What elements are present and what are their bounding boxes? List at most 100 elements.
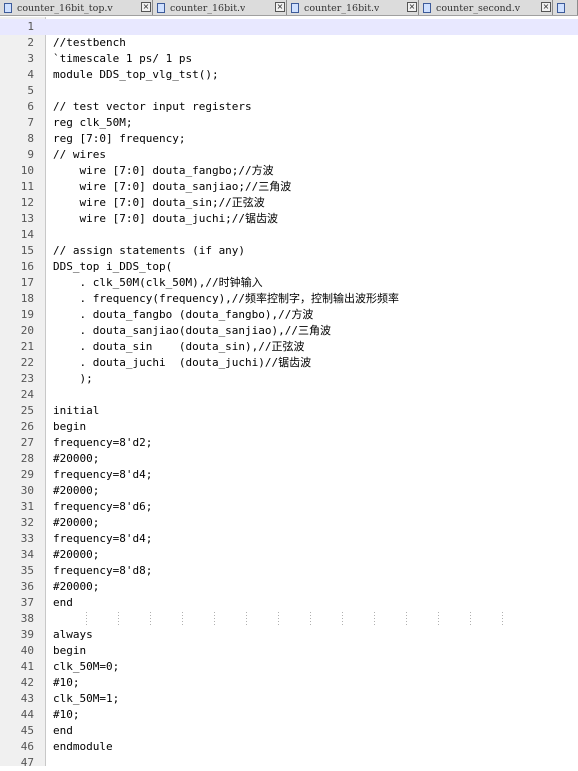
- line-number: 21: [20, 340, 34, 353]
- code-text: //testbench: [53, 36, 126, 49]
- code-line[interactable]: 6 // test vector input registers: [0, 99, 578, 115]
- code-line[interactable]: 45 end: [0, 723, 578, 739]
- code-text: always: [53, 628, 93, 641]
- code-line[interactable]: 9 // wires: [0, 147, 578, 163]
- code-line[interactable]: 32 #20000;: [0, 515, 578, 531]
- code-line[interactable]: 44 #10;: [0, 707, 578, 723]
- indent-guide: [438, 612, 439, 626]
- close-icon[interactable]: ×: [275, 2, 285, 12]
- code-text: clk_50M=1;: [53, 692, 120, 705]
- code-line[interactable]: 24: [0, 387, 578, 403]
- code-line[interactable]: 18 . frequency(frequency),//频率控制字，控制输出波形…: [0, 291, 578, 307]
- close-icon[interactable]: ×: [141, 2, 151, 12]
- code-line[interactable]: 2 //testbench: [0, 35, 578, 51]
- code-line[interactable]: 46 endmodule: [0, 739, 578, 755]
- code-line[interactable]: 5: [0, 83, 578, 99]
- tab-label: counter_16bit_top.v: [17, 2, 113, 14]
- line-number: 14: [20, 228, 34, 241]
- code-line[interactable]: 26 begin: [0, 419, 578, 435]
- code-text: `timescale 1 ps/ 1 ps: [53, 52, 193, 65]
- code-line[interactable]: 14: [0, 227, 578, 243]
- line-number: 17: [20, 276, 34, 289]
- line-number: 36: [20, 580, 34, 593]
- indent-guide: [342, 612, 343, 626]
- line-number: 16: [20, 260, 34, 273]
- code-line[interactable]: 8 reg [7:0] frequency;: [0, 131, 578, 147]
- line-number: 8: [27, 132, 34, 145]
- code-line[interactable]: 10 wire [7:0] douta_fangbo;//方波: [0, 163, 578, 179]
- code-line[interactable]: 21 . douta_sin (douta_sin),//正弦波: [0, 339, 578, 355]
- code-line[interactable]: 37 end: [0, 595, 578, 611]
- code-line[interactable]: 30 #20000;: [0, 483, 578, 499]
- code-line[interactable]: 1: [0, 19, 578, 35]
- code-line[interactable]: 41 clk_50M=0;: [0, 659, 578, 675]
- code-text: #20000;: [53, 548, 100, 561]
- code-line[interactable]: 42 #10;: [0, 675, 578, 691]
- code-line[interactable]: 25 initial: [0, 403, 578, 419]
- code-line[interactable]: 35 frequency=8'd8;: [0, 563, 578, 579]
- tab-counter-16bit-top[interactable]: counter_16bit_top.v ×: [0, 0, 153, 15]
- code-text: // wires: [53, 148, 106, 161]
- close-icon[interactable]: ×: [541, 2, 551, 12]
- code-line[interactable]: 7 reg clk_50M;: [0, 115, 578, 131]
- line-number: 23: [20, 372, 34, 385]
- code-line[interactable]: 3 `timescale 1 ps/ 1 ps: [0, 51, 578, 67]
- line-number: 27: [20, 436, 34, 449]
- line-number: 44: [20, 708, 34, 721]
- code-line[interactable]: 39 always: [0, 627, 578, 643]
- line-number: 30: [20, 484, 34, 497]
- line-number: 10: [20, 164, 34, 177]
- line-number: 7: [27, 116, 34, 129]
- tab-counter-second[interactable]: counter_second.v ×: [419, 0, 553, 15]
- close-icon[interactable]: ×: [407, 2, 417, 12]
- line-number: 25: [20, 404, 34, 417]
- code-text: wire [7:0] douta_sin;//正弦波: [53, 196, 265, 209]
- code-line[interactable]: 36 #20000;: [0, 579, 578, 595]
- tab-label: counter_16bit.v: [304, 2, 380, 14]
- line-number: 9: [27, 148, 34, 161]
- code-text: frequency=8'd8;: [53, 564, 153, 577]
- line-number: 3: [27, 52, 34, 65]
- code-line[interactable]: 15 // assign statements (if any): [0, 243, 578, 259]
- indent-guide: [214, 612, 215, 626]
- indent-guide: [246, 612, 247, 626]
- code-line[interactable]: 27 frequency=8'd2;: [0, 435, 578, 451]
- tab-counter-16bit-1[interactable]: counter_16bit.v ×: [153, 0, 287, 15]
- code-line[interactable]: 28 #20000;: [0, 451, 578, 467]
- code-text: reg clk_50M;: [53, 116, 133, 129]
- indent-guide: [470, 612, 471, 626]
- tab-counter-16bit-2[interactable]: counter_16bit.v ×: [287, 0, 419, 15]
- code-text: frequency=8'd6;: [53, 500, 153, 513]
- code-line[interactable]: 29 frequency=8'd4;: [0, 467, 578, 483]
- code-line[interactable]: 23 );: [0, 371, 578, 387]
- line-number: 22: [20, 356, 34, 369]
- code-line[interactable]: 16 DDS_top i_DDS_top(: [0, 259, 578, 275]
- code-line[interactable]: 11 wire [7:0] douta_sanjiao;//三角波: [0, 179, 578, 195]
- line-number: 46: [20, 740, 34, 753]
- code-line[interactable]: 47: [0, 755, 578, 771]
- code-text: #10;: [53, 708, 80, 721]
- code-line[interactable]: 34 #20000;: [0, 547, 578, 563]
- code-line[interactable]: 31 frequency=8'd6;: [0, 499, 578, 515]
- line-number: 1: [27, 20, 34, 33]
- code-text: #20000;: [53, 580, 100, 593]
- code-line[interactable]: 17 . clk_50M(clk_50M),//时钟输入: [0, 275, 578, 291]
- code-editor[interactable]: 1 2 //testbench 3 `timescale 1 ps/ 1 ps 4 modu…: [0, 19, 578, 769]
- code-line[interactable]: 33 frequency=8'd4;: [0, 531, 578, 547]
- code-text: endmodule: [53, 740, 113, 753]
- code-line[interactable]: 40 begin: [0, 643, 578, 659]
- code-line[interactable]: 43 clk_50M=1;: [0, 691, 578, 707]
- tab-overflow[interactable]: [553, 0, 578, 15]
- code-line[interactable]: 13 wire [7:0] douta_juchi;//锯齿波: [0, 211, 578, 227]
- line-number: 2: [27, 36, 34, 49]
- code-line[interactable]: 20 . douta_sanjiao(douta_sanjiao),//三角波: [0, 323, 578, 339]
- code-line[interactable]: 4 module DDS_top_vlg_tst();: [0, 67, 578, 83]
- file-icon: [291, 3, 299, 13]
- line-number: 40: [20, 644, 34, 657]
- code-line[interactable]: 22 . douta_juchi (douta_juchi)//锯齿波: [0, 355, 578, 371]
- indent-guide: [374, 612, 375, 626]
- code-text: . douta_sanjiao(douta_sanjiao),//三角波: [53, 324, 332, 337]
- code-line[interactable]: 12 wire [7:0] douta_sin;//正弦波: [0, 195, 578, 211]
- code-line[interactable]: 19 . douta_fangbo (douta_fangbo),//方波: [0, 307, 578, 323]
- code-text: . douta_sin (douta_sin),//正弦波: [53, 340, 305, 353]
